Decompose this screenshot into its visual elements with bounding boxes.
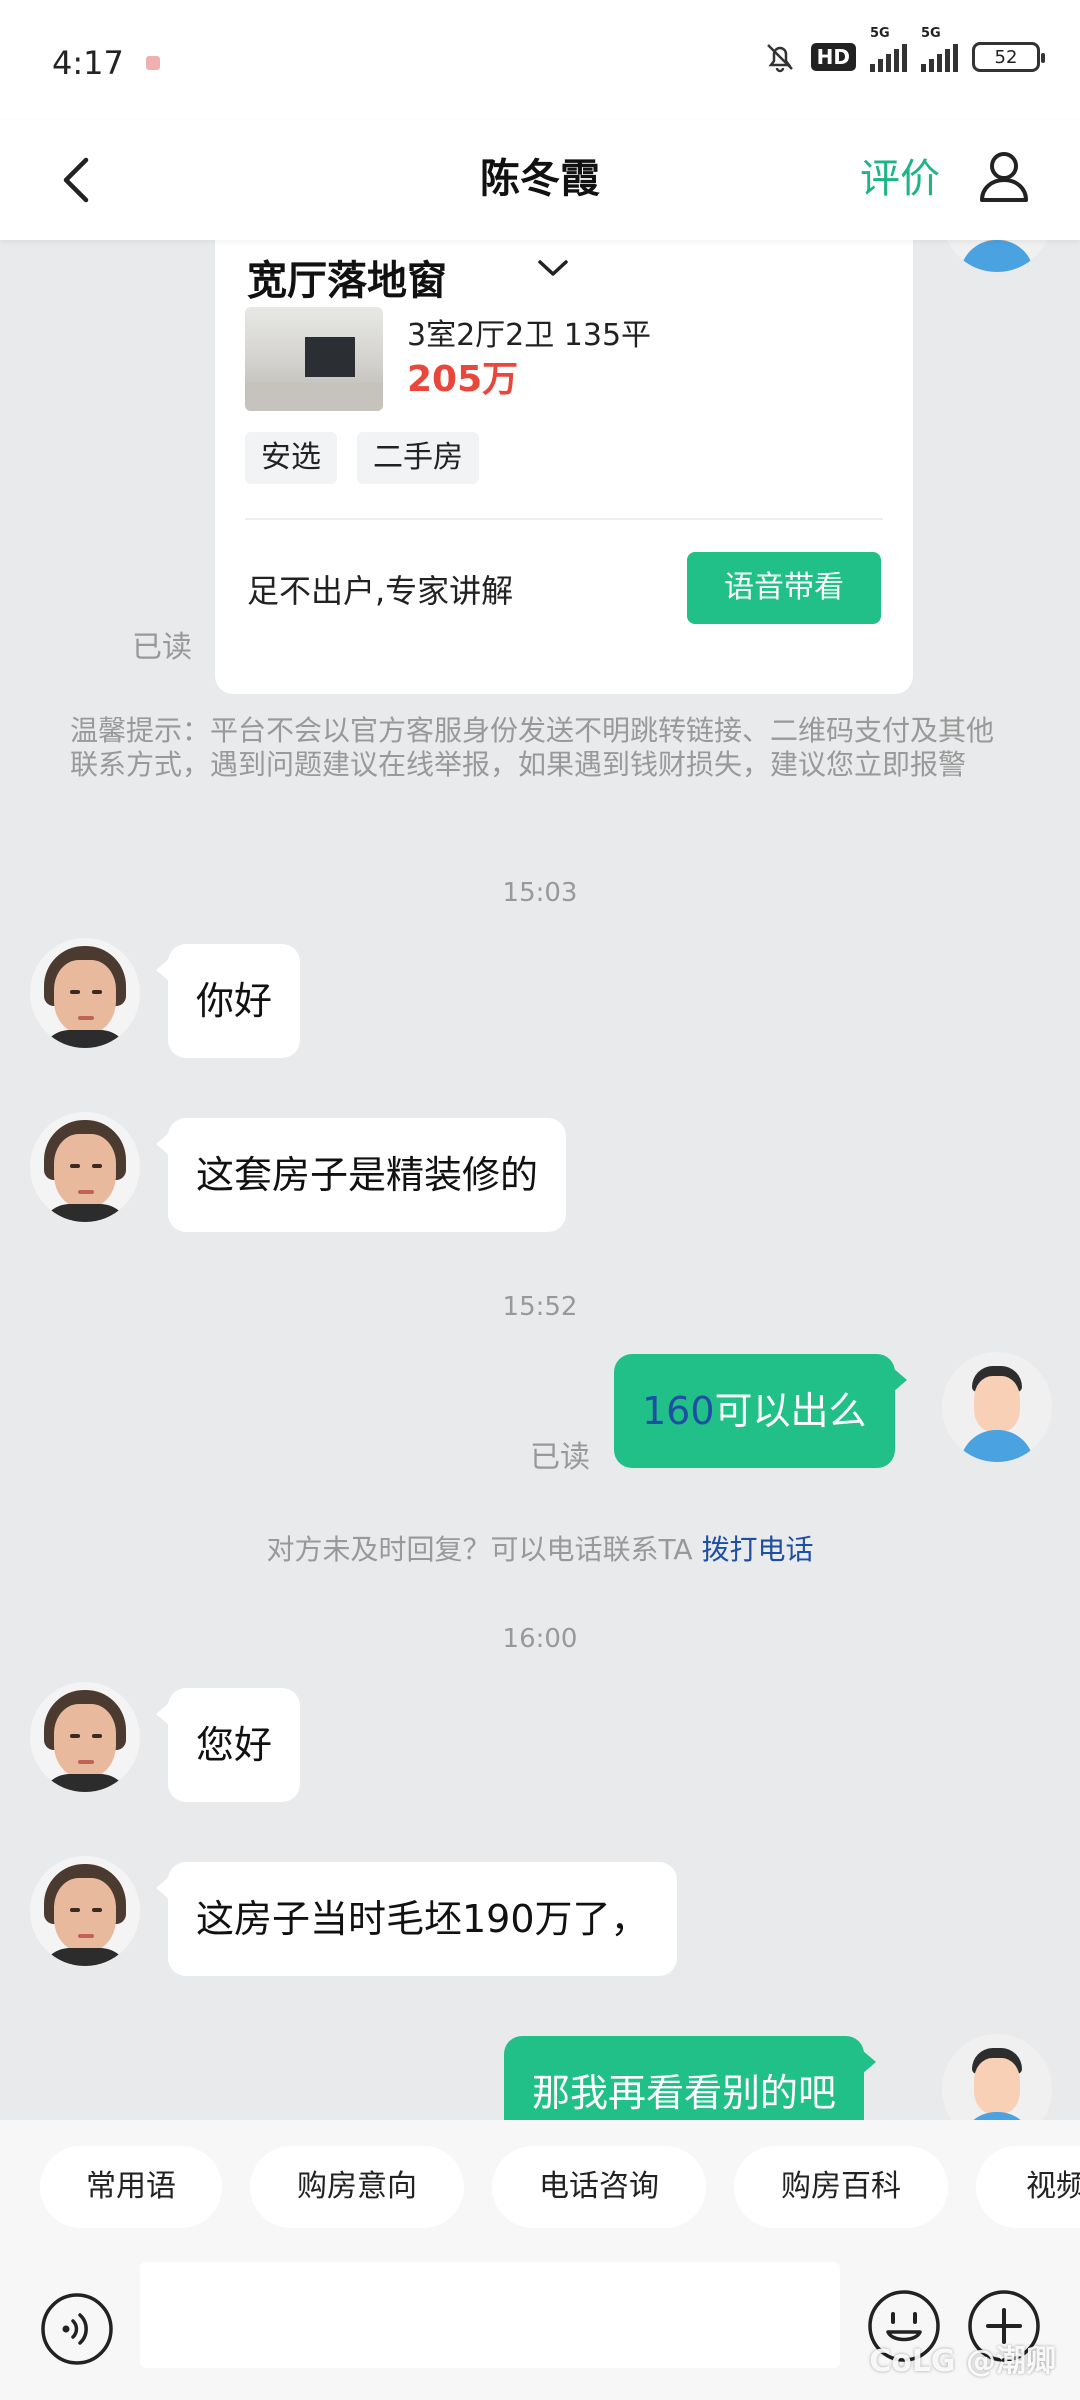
timestamp: 15:03 — [502, 878, 578, 908]
voice-tour-button[interactable]: 语音带看 — [687, 552, 881, 624]
message-input[interactable] — [140, 2262, 840, 2368]
tag-second-hand: 二手房 — [357, 432, 479, 484]
quick-reply-purchase-intent[interactable]: 购房意向 — [250, 2146, 464, 2228]
safety-tip: 温馨提示：平台不会以官方客服身份发送不明跳转链接、二维码支付及其他联系方式，遇到… — [70, 714, 995, 781]
timestamp: 15:52 — [502, 1292, 578, 1322]
expert-explain-text: 足不出户,专家讲解 — [247, 572, 514, 610]
message-bubble-incoming[interactable]: 这房子当时毛坯190万了， — [156, 1862, 677, 1976]
listing-card[interactable]: 宽厅落地窗 3室2厅2卫 135平 205万 安选 二手房 足不出户,专家讲解 … — [215, 240, 913, 694]
listing-spec: 3室2厅2卫 135平 — [407, 318, 652, 353]
message-bubble-incoming[interactable]: 你好 — [155, 944, 301, 1058]
message-read-status: 已读 — [530, 1440, 590, 1475]
input-bar: CoLG @潮卿 — [0, 2260, 1080, 2400]
thumbnail-floor — [245, 383, 383, 411]
tag-anxuan: 安选 — [245, 432, 337, 484]
status-bar: 4:17 HD 5G 5G 52 — [0, 0, 1080, 120]
agent-avatar[interactable] — [30, 1682, 140, 1792]
agent-avatar[interactable] — [30, 938, 140, 1048]
status-time: 4:17 — [52, 44, 124, 82]
signal-icon-2: 5G — [921, 26, 958, 72]
no-reply-notice: 对方未及时回复？可以电话联系TA 拨打电话 — [0, 1528, 1080, 1568]
rate-button[interactable]: 评价 — [860, 146, 940, 204]
hd-badge: HD — [810, 43, 856, 71]
agent-avatar[interactable] — [30, 1856, 140, 1966]
card-divider — [245, 518, 883, 520]
status-icons: HD 5G 5G 52 — [763, 26, 1045, 74]
agent-avatar[interactable] — [30, 1112, 140, 1222]
message-bubble-incoming[interactable]: 您好 — [155, 1688, 301, 1802]
message-bubble-outgoing[interactable]: 160可以出么 — [614, 1354, 907, 1468]
my-avatar[interactable] — [942, 1352, 1052, 1462]
quick-reply-bar: 常用语 购房意向 电话咨询 购房百科 视频 — [0, 2120, 1080, 2260]
listing-title: 宽厅落地窗 — [247, 258, 447, 304]
my-avatar[interactable] — [942, 2034, 1052, 2120]
collapse-toggle[interactable] — [493, 240, 613, 300]
signal-icon: 5G — [870, 26, 907, 72]
call-phone-link[interactable]: 拨打电话 — [701, 1533, 813, 1566]
thumbnail-window — [305, 337, 355, 377]
phone-number-link[interactable]: 160 — [642, 1389, 715, 1433]
timestamp: 16:00 — [502, 1624, 578, 1654]
network-type-label-2: 5G — [921, 26, 941, 41]
listing-price: 205万 — [407, 359, 519, 400]
notification-icon — [146, 56, 160, 70]
message-text: 可以出么 — [714, 1389, 867, 1433]
voice-input-icon[interactable] — [40, 2292, 114, 2366]
quick-reply-phone-consult[interactable]: 电话咨询 — [492, 2146, 706, 2228]
card-read-status: 已读 — [132, 630, 192, 665]
chat-header: 陈冬霞 评价 — [0, 120, 1080, 240]
mute-bell-icon — [766, 44, 793, 73]
battery-icon: 52 — [972, 42, 1045, 72]
quick-reply-home-buying-wiki[interactable]: 购房百科 — [734, 2146, 948, 2228]
listing-thumbnail[interactable] — [245, 307, 383, 411]
chevron-down-icon — [538, 260, 568, 276]
message-bubble-outgoing[interactable]: 那我再看看别的吧 — [504, 2036, 877, 2120]
watermark: CoLG @潮卿 — [869, 2344, 1056, 2379]
message-bubble-incoming[interactable]: 这套房子是精装修的 — [155, 1118, 567, 1232]
no-reply-text: 对方未及时回复？可以电话联系TA — [266, 1533, 693, 1566]
my-avatar-top[interactable] — [942, 240, 1052, 272]
chat-area[interactable]: 宽厅落地窗 3室2厅2卫 135平 205万 安选 二手房 足不出户,专家讲解 … — [0, 240, 1080, 2120]
network-type-label: 5G — [870, 26, 890, 41]
quick-reply-video[interactable]: 视频 — [976, 2146, 1080, 2228]
quick-reply-common-phrases[interactable]: 常用语 — [40, 2146, 222, 2228]
profile-icon[interactable] — [974, 146, 1034, 206]
